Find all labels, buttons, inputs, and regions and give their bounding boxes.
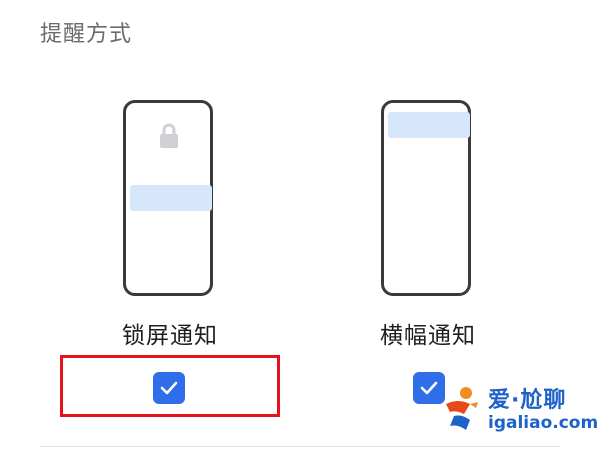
reminder-style-title: 提醒方式 [40, 22, 133, 47]
lock-icon [160, 123, 178, 148]
check-icon [420, 381, 438, 395]
watermark-url-text: igaliao.com [488, 413, 599, 433]
watermark-brand-text: 爱·尬聊 [488, 388, 567, 413]
watermark: 爱·尬聊 igaliao.com [440, 380, 599, 440]
lockscreen-notification-card [130, 185, 212, 211]
section-divider [40, 446, 560, 447]
lockscreen-notification-label: 锁屏通知 [122, 323, 218, 349]
lockscreen-preview-phone[interactable] [123, 100, 213, 296]
runner-logo-icon [446, 387, 478, 430]
banner-notification-label: 横幅通知 [380, 323, 476, 349]
banner-notification-card [388, 112, 470, 138]
highlight-annotation-box [60, 355, 280, 417]
banner-preview-phone[interactable] [381, 100, 471, 296]
